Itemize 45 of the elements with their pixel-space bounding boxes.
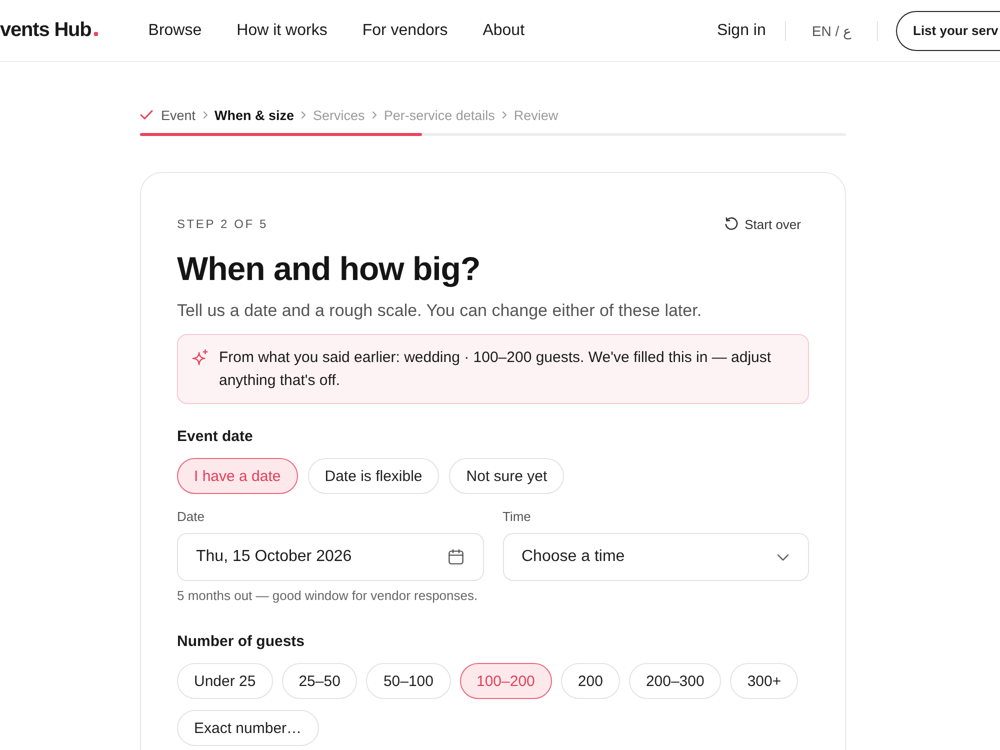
start-over-button[interactable]: Start over	[724, 216, 809, 232]
step-label: When & size	[214, 108, 294, 122]
date-option-chip[interactable]: I have a date	[177, 458, 298, 494]
section-label: Number of guests	[177, 632, 306, 652]
date-option-chip[interactable]: Date is flexible	[308, 458, 440, 494]
guest-count-chip[interactable]: 300+	[730, 663, 798, 699]
guest-count-chip[interactable]: 50–100	[366, 663, 450, 699]
step-label: Per-service details	[384, 108, 495, 122]
step-label: Event	[161, 108, 196, 122]
chevron-right-icon	[301, 111, 306, 119]
chevron-down-icon	[777, 554, 789, 560]
guest-count-chip[interactable]: 200	[560, 663, 620, 699]
nav-link[interactable]: For vendors	[362, 22, 448, 40]
nav-link[interactable]: How it works	[236, 22, 328, 40]
time-select[interactable]: Choose a time	[502, 533, 809, 581]
guest-count-chip[interactable]: Under 25	[177, 663, 273, 699]
guest-count-chip[interactable]: 100–200	[460, 663, 552, 699]
guest-count-chip[interactable]: Exact number…	[177, 710, 319, 746]
nav-link[interactable]: Browse	[148, 22, 202, 40]
language-switcher[interactable]: EN / ع	[812, 22, 851, 38]
field-label: Time	[502, 508, 532, 526]
page-title: When and how big?	[177, 249, 482, 289]
guest-count-chip[interactable]: 200–300	[628, 663, 722, 699]
step-counter: STEP 2 OF 5	[177, 217, 268, 231]
calendar-icon	[448, 549, 464, 565]
chevron-right-icon	[372, 111, 377, 119]
subtitle: Tell us a date and a rough scale. You can change either of these later.	[177, 300, 703, 322]
step-label: Review	[514, 108, 558, 122]
date-option-chip[interactable]: Not sure yet	[449, 458, 564, 494]
field-label: Date	[177, 508, 206, 526]
chevron-right-icon	[502, 111, 507, 119]
sparkle-icon	[192, 349, 209, 366]
section-label: Event date	[177, 427, 254, 447]
refresh-icon	[724, 216, 739, 232]
sign-in-link[interactable]: Sign in	[716, 22, 766, 40]
hint-text: 5 months out — good window for vendor responses.	[177, 587, 479, 605]
nav-link[interactable]: About	[482, 22, 525, 40]
notice-text: From what you said earlier: wedding · 100–200 guests. We've filled this in — adjust anything that's off.	[219, 348, 772, 391]
guest-count-chip[interactable]: 25–50	[282, 663, 358, 699]
step-label: Services	[313, 108, 365, 122]
chevron-right-icon	[202, 111, 208, 119]
logo-text[interactable]: vents Hub	[0, 19, 92, 42]
list-service-button[interactable]: List your serv	[896, 10, 1000, 50]
check-icon	[140, 110, 153, 120]
date-field[interactable]: Thu, 15 October 2026	[177, 533, 484, 581]
